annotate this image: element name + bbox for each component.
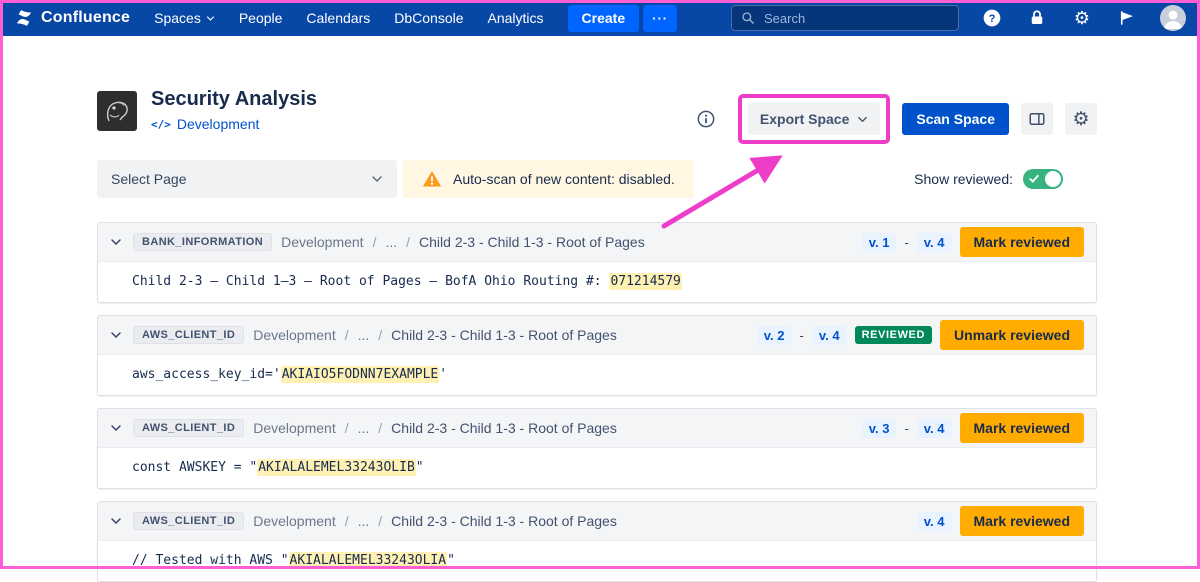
version-link[interactable]: v. 4 — [917, 512, 952, 531]
space-type-icon: </> — [151, 118, 171, 131]
reviewed-badge: REVIEWED — [855, 326, 932, 344]
finding-type-badge: BANK_INFORMATION — [133, 233, 272, 251]
nav-item-analytics[interactable]: Analytics — [488, 10, 544, 26]
secret-highlight: AKIALALEMEL33243OLIA — [289, 552, 448, 569]
finding-type-badge: AWS_CLIENT_ID — [133, 326, 244, 344]
svg-text:?: ? — [989, 13, 996, 25]
page-header: Security Analysis </> Development Export… — [97, 88, 1097, 144]
breadcrumb-ellipsis[interactable]: ... — [385, 234, 397, 250]
primary-nav: Spaces People Calendars DbConsole Analyt… — [154, 10, 543, 26]
finding-row: AWS_CLIENT_ID Development / ... / Child … — [97, 315, 1097, 396]
main-content: Security Analysis </> Development Export… — [0, 36, 1200, 582]
breadcrumb-page[interactable]: Child 2-3 - Child 1-3 - Root of Pages — [419, 234, 645, 250]
finding-header: AWS_CLIENT_ID Development / ... / Child … — [98, 409, 1096, 447]
breadcrumb-page[interactable]: Child 2-3 - Child 1-3 - Root of Pages — [391, 513, 617, 529]
chevron-down-icon — [857, 114, 868, 125]
breadcrumb-space[interactable]: Development — [253, 513, 336, 529]
scan-space-button[interactable]: Scan Space — [902, 103, 1009, 135]
finding-header: AWS_CLIENT_ID Development / ... / Child … — [98, 502, 1096, 540]
confluence-logo-icon — [14, 8, 34, 28]
chevron-down-icon — [206, 14, 215, 23]
space-settings-button[interactable]: ⚙ — [1065, 103, 1097, 135]
warning-icon — [422, 169, 442, 189]
finding-snippet: // Tested with AWS "AKIALALEMEL33243OLIA… — [98, 540, 1096, 581]
version-from-link[interactable]: v. 1 — [862, 233, 897, 252]
help-icon[interactable]: ? — [980, 6, 1004, 30]
version-to-link[interactable]: v. 4 — [812, 326, 847, 345]
mark-reviewed-button[interactable]: Mark reviewed — [960, 227, 1085, 257]
page-title: Security Analysis — [151, 88, 317, 110]
brand-name: Confluence — [41, 9, 130, 27]
breadcrumb-ellipsis[interactable]: ... — [358, 420, 370, 436]
warning-text: Auto-scan of new content: disabled. — [453, 171, 675, 187]
lock-icon[interactable] — [1025, 6, 1049, 30]
gear-icon[interactable]: ⚙ — [1070, 6, 1094, 30]
finding-row: AWS_CLIENT_ID Development / ... / Child … — [97, 408, 1097, 489]
annotation-highlight-box: Export Space — [738, 94, 890, 144]
findings-list: BANK_INFORMATION Development / ... / Chi… — [97, 222, 1097, 582]
finding-type-badge: AWS_CLIENT_ID — [133, 512, 244, 530]
secret-highlight: AKIAIO5FODNN7EXAMPLE — [281, 366, 440, 383]
check-icon — [1029, 174, 1039, 184]
collapse-chevron-icon[interactable] — [110, 329, 122, 341]
unmark-reviewed-button[interactable]: Unmark reviewed — [940, 320, 1084, 350]
breadcrumb-page[interactable]: Child 2-3 - Child 1-3 - Root of Pages — [391, 327, 617, 343]
collapse-chevron-icon[interactable] — [110, 236, 122, 248]
nav-item-dbconsole[interactable]: DbConsole — [394, 10, 463, 26]
finding-row: AWS_CLIENT_ID Development / ... / Child … — [97, 501, 1097, 582]
mark-reviewed-button[interactable]: Mark reviewed — [960, 506, 1085, 536]
select-page-dropdown[interactable]: Select Page — [97, 160, 397, 198]
space-avatar[interactable] — [97, 91, 137, 131]
space-link-development[interactable]: Development — [177, 116, 260, 132]
finding-header: AWS_CLIENT_ID Development / ... / Child … — [98, 316, 1096, 354]
version-to-link[interactable]: v. 4 — [917, 233, 952, 252]
nav-item-calendars[interactable]: Calendars — [306, 10, 370, 26]
breadcrumb-space[interactable]: Development — [281, 234, 364, 250]
flag-icon[interactable] — [1115, 6, 1139, 30]
finding-type-badge: AWS_CLIENT_ID — [133, 419, 244, 437]
mark-reviewed-button[interactable]: Mark reviewed — [960, 413, 1085, 443]
collapse-chevron-icon[interactable] — [110, 515, 122, 527]
finding-snippet: aws_access_key_id='AKIAIO5FODNN7EXAMPLE' — [98, 354, 1096, 395]
breadcrumb-page[interactable]: Child 2-3 - Child 1-3 - Root of Pages — [391, 420, 617, 436]
secret-highlight: 071214579 — [609, 273, 681, 290]
export-space-button[interactable]: Export Space — [748, 103, 880, 135]
breadcrumb-ellipsis[interactable]: ... — [358, 513, 370, 529]
user-avatar[interactable] — [1160, 5, 1186, 31]
collapse-chevron-icon[interactable] — [110, 422, 122, 434]
nav-item-spaces[interactable]: Spaces — [154, 10, 215, 26]
chevron-down-icon — [371, 173, 383, 185]
breadcrumb-space[interactable]: Development — [253, 420, 336, 436]
secret-highlight: AKIALALEMEL33243OLIB — [257, 459, 416, 476]
finding-snippet: Child 2-3 — Child 1—3 — Root of Pages — … — [98, 261, 1096, 302]
top-navbar: Confluence Spaces People Calendars DbCon… — [0, 0, 1200, 36]
show-reviewed-label: Show reviewed: — [914, 171, 1013, 187]
finding-header: BANK_INFORMATION Development / ... / Chi… — [98, 223, 1096, 261]
finding-row: BANK_INFORMATION Development / ... / Chi… — [97, 222, 1097, 303]
nav-more-button[interactable]: ··· — [643, 5, 677, 32]
confluence-home-link[interactable]: Confluence — [14, 8, 130, 28]
search-box[interactable] — [731, 5, 959, 31]
board-view-button[interactable] — [1021, 103, 1053, 135]
info-icon[interactable] — [696, 109, 716, 129]
panel-icon — [1028, 110, 1046, 128]
create-button[interactable]: Create — [568, 5, 640, 32]
toggle-knob — [1045, 171, 1061, 187]
search-icon — [741, 11, 755, 25]
finding-snippet: const AWSKEY = "AKIALALEMEL33243OLIB" — [98, 447, 1096, 488]
show-reviewed-toggle[interactable] — [1023, 169, 1063, 189]
search-input[interactable] — [762, 10, 932, 27]
breadcrumb-ellipsis[interactable]: ... — [358, 327, 370, 343]
breadcrumb-space[interactable]: Development — [253, 327, 336, 343]
gear-icon: ⚙ — [1072, 110, 1089, 129]
version-from-link[interactable]: v. 3 — [862, 419, 897, 438]
toolbar-row: Select Page Auto-scan of new content: di… — [97, 160, 1097, 198]
version-to-link[interactable]: v. 4 — [917, 419, 952, 438]
version-from-link[interactable]: v. 2 — [757, 326, 792, 345]
autoscan-warning-banner: Auto-scan of new content: disabled. — [403, 160, 694, 198]
nav-item-people[interactable]: People — [239, 10, 283, 26]
